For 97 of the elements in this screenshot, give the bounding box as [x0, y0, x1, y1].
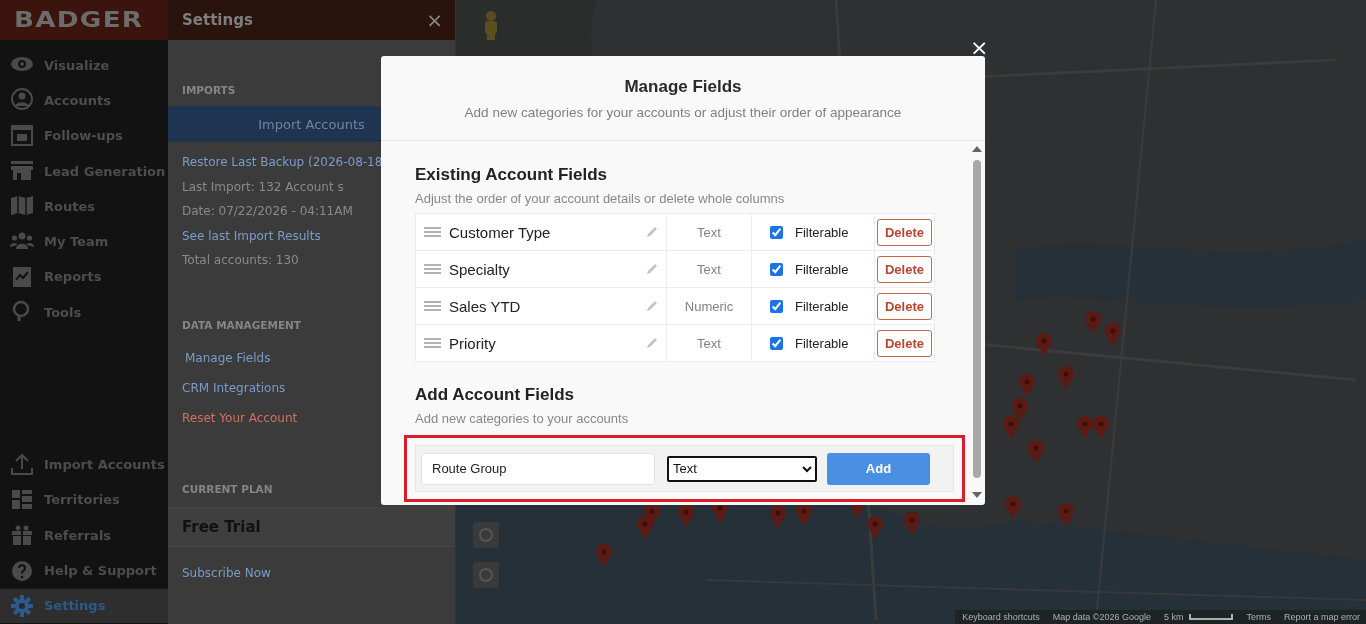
upload-icon — [10, 452, 34, 477]
map-pin-icon — [1105, 323, 1121, 347]
section-title: Add Account Fields — [415, 385, 575, 405]
pencil-icon[interactable] — [646, 337, 658, 349]
close-button[interactable]: × — [970, 38, 989, 58]
field-name: Sales YTD — [449, 297, 522, 315]
delete-button[interactable]: Delete — [877, 255, 932, 283]
info-text: Total accounts: 130 — [182, 252, 299, 269]
add-button[interactable]: Add — [827, 452, 930, 485]
shortcuts-link[interactable]: Keyboard shortcuts — [955, 612, 1046, 622]
field-type-cell: Text — [666, 213, 752, 251]
map-pin-icon — [1085, 311, 1101, 335]
gear-icon — [10, 593, 34, 618]
calendar-icon — [10, 123, 34, 148]
checkbox-label: Filterable — [795, 224, 849, 240]
map-pin-icon — [1058, 503, 1074, 527]
nav-item[interactable]: Reports — [0, 259, 168, 296]
filterable-checkbox[interactable] — [770, 225, 783, 239]
dialog-subtitle: Add new categories for your accounts or adjust their order of appearance — [464, 104, 902, 120]
map-pin-icon — [596, 544, 612, 568]
gift-icon — [10, 523, 34, 548]
user-circle-icon — [10, 88, 34, 113]
delete-button[interactable]: Delete — [877, 329, 932, 357]
locate-icon[interactable] — [473, 562, 499, 588]
field-name: Customer Type — [449, 223, 552, 241]
map-pin-icon — [1019, 374, 1035, 398]
drag-handle-icon — [424, 227, 441, 237]
field-type-cell: Text — [666, 250, 752, 288]
map-pin-icon — [1028, 440, 1044, 464]
layers-icon[interactable] — [473, 522, 499, 548]
drag-handle-icon — [424, 338, 441, 348]
attribution-text: Map data ©2026 Google — [1045, 612, 1157, 622]
filterable-checkbox[interactable] — [770, 262, 783, 276]
text-link[interactable]: Restore Last Backup (2026-08-18 — [182, 150, 383, 175]
nav-item[interactable]: Routes — [0, 189, 168, 225]
danger-link[interactable]: Reset Your Account — [182, 402, 298, 433]
field-name-input[interactable]: Route Group — [421, 452, 655, 485]
scale-text: 5 km — [1156, 612, 1190, 622]
map-pin-icon — [637, 516, 653, 540]
chart-icon — [10, 264, 34, 289]
nav-item[interactable]: Accounts — [0, 83, 168, 119]
map-pin-icon — [1077, 416, 1093, 440]
help-icon — [10, 558, 34, 583]
map-pin-icon — [1005, 496, 1021, 520]
nav-item[interactable]: Referrals — [0, 518, 168, 554]
pencil-icon[interactable] — [646, 300, 658, 312]
map-pin-icon — [867, 516, 883, 540]
map-pin-icon — [678, 504, 694, 528]
field-name: Priority — [449, 334, 497, 352]
report-link[interactable]: Report a map error — [1276, 612, 1366, 622]
map-pin-icon — [1036, 333, 1052, 357]
map-pin-icon — [1058, 366, 1074, 390]
section-subtitle: Adjust the order of your account details or delete whole columns — [415, 191, 786, 206]
map-pin-icon — [1003, 416, 1019, 440]
section-heading: IMPORTS — [182, 84, 236, 96]
info-text: Last Import: 132 Account s — [182, 178, 344, 196]
map-pin-icon — [1093, 416, 1109, 440]
grid-layout-icon — [10, 487, 34, 512]
scale-bar-icon — [1189, 614, 1234, 620]
checkbox-label: Filterable — [795, 261, 849, 277]
section-heading: CURRENT PLAN — [182, 482, 273, 495]
delete-button[interactable]: Delete — [877, 292, 932, 320]
field-type-cell: Text — [666, 324, 752, 362]
nav-item[interactable]: Follow-ups — [0, 118, 168, 154]
text-link[interactable]: Manage Fields — [185, 342, 271, 373]
map-pin-icon — [904, 512, 920, 536]
checkbox-label: Filterable — [795, 298, 849, 314]
subscribe-link[interactable]: Subscribe Now — [182, 560, 271, 585]
nav-item[interactable]: Lead Generation — [0, 153, 168, 190]
section-heading: DATA MANAGEMENT — [182, 318, 301, 331]
drag-handle-icon — [424, 264, 441, 274]
field-type-cell: Numeric — [666, 287, 752, 325]
section-subtitle: Add new categories to your accounts — [415, 411, 630, 426]
section-title: Existing Account Fields — [415, 165, 609, 185]
text-link[interactable]: See last Import Results — [182, 223, 321, 248]
pencil-icon[interactable] — [646, 263, 658, 275]
map-pin-icon — [1012, 398, 1028, 422]
dialog-title: Manage Fields — [624, 76, 742, 97]
nav-item[interactable]: Help & Support — [0, 553, 168, 589]
nav-item[interactable]: My Team — [0, 224, 168, 260]
nav-item[interactable]: Territories — [0, 482, 168, 519]
field-name: Specialty — [449, 260, 511, 278]
terms-link[interactable]: Terms — [1239, 612, 1277, 622]
info-text: Date: 07/22/2026 - 04:11AM — [182, 203, 353, 220]
nav-item[interactable]: Settings — [0, 588, 168, 624]
panel-title: Settings — [182, 11, 253, 29]
nav-item[interactable]: Visualize — [0, 48, 168, 84]
text-link[interactable]: CRM Integrations — [182, 372, 286, 403]
pencil-icon[interactable] — [646, 226, 658, 238]
field-type-select[interactable]: Text — [667, 455, 817, 482]
filterable-checkbox[interactable] — [770, 299, 783, 313]
checkbox-label: Filterable — [795, 335, 849, 351]
delete-button[interactable]: Delete — [877, 218, 932, 246]
map-pin-icon — [770, 505, 786, 529]
filterable-checkbox[interactable] — [770, 336, 783, 350]
drag-handle-icon — [424, 301, 441, 311]
close-button[interactable]: × — [426, 8, 443, 32]
